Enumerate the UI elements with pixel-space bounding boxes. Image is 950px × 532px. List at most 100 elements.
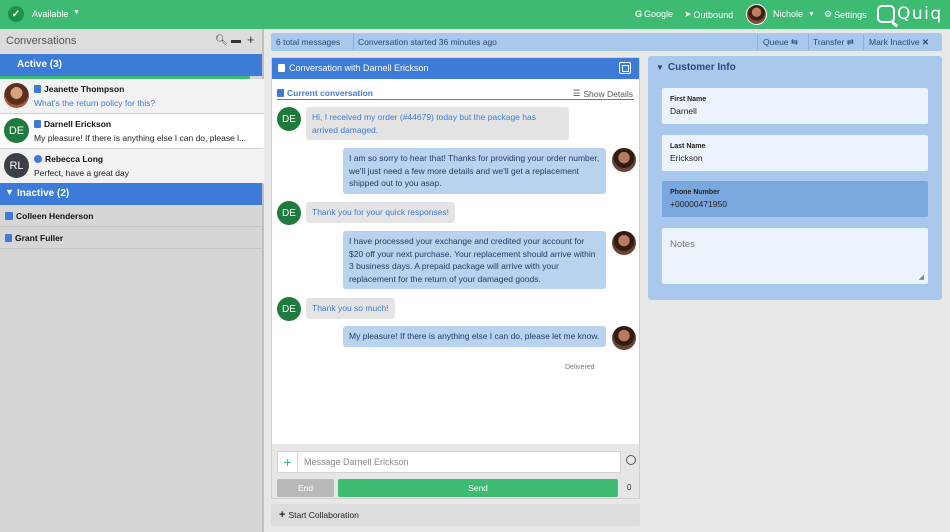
queue-label: Queue [763,37,789,47]
chevron-down-icon[interactable]: ▼ [73,9,80,16]
archive-icon[interactable]: ▬ [231,35,241,46]
checkmark-icon[interactable]: ✓ [8,6,24,22]
divider [757,34,758,50]
agent-message: My pleasure! If there is anything else I… [343,326,606,347]
sms-icon [278,64,285,72]
customer-avatar: DE [277,201,301,225]
google-link[interactable]: G Google [635,9,673,19]
queue-button[interactable]: Queue ⇆ [763,37,798,48]
active-group-header[interactable]: Active (3) [0,54,262,76]
chat-panel: Conversation with Darnell Erickson Curre… [271,57,640,499]
user-avatar[interactable] [746,4,767,25]
last-name-field[interactable]: Last Name Erickson [662,135,928,171]
phone-number-field[interactable]: Phone Number +00000471950 [662,181,928,217]
customer-avatar: DE [277,107,301,131]
conversation-name: Darnell Erickson [34,119,111,129]
plus-icon[interactable]: + [247,32,255,47]
conversation-name: Colleen Henderson [5,211,93,221]
total-messages: 6 total messages [276,37,341,47]
conversation-preview: What's the return policy for this? [34,98,156,108]
chevron-down-icon: ▼ [656,63,664,72]
status-label[interactable]: Available [32,9,68,19]
message-input[interactable] [297,451,621,473]
outbound-link[interactable]: ➤ Outbound [684,9,733,20]
plus-icon: + [279,509,286,521]
agent-avatar [612,231,636,255]
current-conversation-label: Current conversation [277,88,373,98]
inactive-conversation-item[interactable]: Colleen Henderson [0,205,262,227]
conversation-preview: My pleasure! If there is anything else I… [34,133,247,143]
divider [808,34,809,50]
customer-info-panel: ▼ Customer Info First Name Darnell Last … [648,56,942,300]
show-details-label: Show Details [583,88,633,99]
inactive-group-header[interactable]: ▼ Inactive (2) [0,183,262,205]
attach-plus-button[interactable]: + [277,451,297,473]
sms-icon [34,85,41,93]
transfer-arrows-icon: ⇄ [846,37,854,47]
resize-grip-icon[interactable]: ◢ [919,273,924,281]
agent-avatar [612,148,636,172]
list-icon: ☰ [572,88,581,98]
mark-inactive-button[interactable]: Mark Inactive ✕ [869,37,929,48]
current-conversation-text: Current conversation [287,88,373,98]
user-menu[interactable]: Nichole ▼ [773,9,815,19]
send-button[interactable]: Send [338,479,618,497]
quiq-logo: Quiq [877,4,943,24]
field-value: Erickson [670,153,703,163]
agent-avatar [612,326,636,350]
notes-placeholder: Notes [670,239,695,250]
first-name-field[interactable]: First Name Darnell [662,88,928,124]
end-button[interactable]: End [277,479,334,497]
notes-textarea[interactable]: Notes ◢ [662,228,928,284]
conversation-item-selected[interactable]: DE Darnell Erickson My pleasure! If ther… [0,114,264,149]
paper-plane-icon: ➤ [684,9,692,19]
agent-message: I have processed your exchange and credi… [343,231,606,289]
settings-label: Settings [834,9,867,20]
sms-icon [5,234,12,242]
customer-message: Thank you so much! [306,298,395,319]
chat-title: Conversation with Darnell Erickson [278,63,429,73]
conversation-name: Jeanette Thompson [34,84,124,94]
conversation-item[interactable]: Jeanette Thompson What's the return poli… [0,79,264,114]
character-count: 0 [627,483,632,492]
copy-icon[interactable] [619,62,631,74]
field-label: Last Name [670,143,706,150]
field-label: First Name [670,96,707,103]
google-label: Google [644,9,674,19]
start-collaboration-button[interactable]: + Start Collaboration [271,504,640,526]
conversation-preview: Perfect, have a great day [34,168,129,178]
chevron-down-icon: ▼ [5,187,14,197]
initials-avatar: DE [4,118,29,143]
conversation-started: Conversation started 36 minutes ago [358,37,497,47]
show-details-button[interactable]: ☰ Show Details [573,88,633,99]
outbound-label: Outbound [693,9,734,20]
chat-header: Conversation with Darnell Erickson [272,58,639,79]
web-chat-icon [5,212,13,220]
emoji-icon[interactable] [626,455,636,465]
conversation-item[interactable]: RL Rebecca Long Perfect, have a great da… [0,149,264,184]
conversation-name: Grant Fuller [5,233,63,243]
settings-link[interactable]: ⚙ Settings [824,9,867,20]
conversation-name: Rebecca Long [34,154,103,164]
quiq-logo-text: Quiq [897,4,943,24]
chat-title-text: Conversation with Darnell Erickson [289,63,429,73]
inactive-group-label: Inactive (2) [17,188,70,199]
conversation-name-text: Darnell Erickson [44,119,112,129]
sidebar-header: Conversations 🔍︎ ▬ + [0,29,262,54]
conversation-name-text: Jeanette Thompson [44,84,125,94]
customer-message: Thank you for your quick responses! [306,202,456,223]
mark-inactive-label: Mark Inactive [869,37,920,47]
delivered-status: Delivered [565,364,595,371]
search-icon[interactable]: 🔍︎ [215,35,228,46]
transfer-button[interactable]: Transfer ⇄ [813,37,854,48]
customer-message: Hi, I received my order (#44679) today b… [306,107,569,140]
conversation-name-text: Grant Fuller [15,233,64,243]
conversation-summary-bar: 6 total messages Conversation started 36… [271,33,942,51]
customer-info-header[interactable]: ▼ Customer Info [656,62,736,73]
customer-info-title: Customer Info [667,62,736,73]
sms-icon [34,120,41,128]
divider [277,99,634,100]
google-g-icon: G [635,9,643,19]
close-icon: ✕ [921,37,930,47]
inactive-conversation-item[interactable]: Grant Fuller [0,227,262,249]
